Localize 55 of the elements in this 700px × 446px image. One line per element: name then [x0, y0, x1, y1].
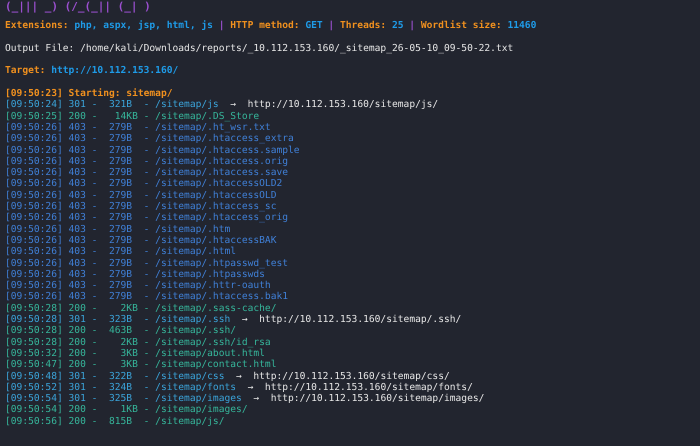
log-line: [09:50:26] 403 - 279B - /sitemap/.htaccess_sc [5, 201, 276, 212]
log-line: [09:50:26] 403 - 279B - /sitemap/.htaccess.bak1 [5, 291, 288, 303]
arrow-icon: → [236, 370, 242, 382]
redirect-url: http://10.112.153.160/sitemap/images/ [270, 393, 484, 404]
separator: | [218, 20, 224, 32]
redirect-url: http://10.112.153.160/sitemap/fonts/ [264, 382, 473, 394]
log-line: [09:50:26] 403 - 279B - /sitemap/.htpasswd_test [5, 258, 288, 269]
separator: | [409, 20, 416, 32]
arrow-icon: → [230, 99, 236, 111]
log-line: [09:50:26] 403 - 279B - /sitemap/.htaccess_extra [5, 133, 294, 145]
arrow-icon: → [242, 314, 248, 326]
log-line: [09:50:28] 301 - 323B - /sitemap/.ssh [5, 314, 230, 326]
log-line: [09:50:24] 301 - 321B - /sitemap/js [5, 99, 219, 111]
log-line: [09:50:54] 200 - 1KB - /sitemap/images/ [5, 404, 248, 416]
config-label: Threads: [340, 20, 386, 32]
log-line: [09:50:26] 403 - 279B - /sitemap/.htpasswds [5, 268, 265, 280]
config-label: Wordlist size: [420, 20, 502, 32]
log-line: [09:50:28] 200 - 2KB - /sitemap/.ssh/id_rsa [5, 336, 271, 348]
config-value: php, aspx, jsp, html, js [74, 20, 213, 32]
config-value: 25 [392, 20, 404, 32]
redirect-url: http://10.112.153.160/sitemap/css/ [253, 370, 450, 382]
log-line: [09:50:26] 403 - 279B - /sitemap/.htaccess_orig [5, 212, 288, 224]
arrow-icon: → [248, 382, 254, 394]
banner-text: (_||| _) (/_(_|| (_| ) [5, 0, 151, 13]
log-line: [09:50:54] 301 - 325B - /sitemap/images [5, 393, 242, 404]
log-line: [09:50:56] 200 - 815B - /sitemap/js/ [5, 416, 224, 427]
log-line: [09:50:32] 200 - 3KB - /sitemap/about.html [5, 348, 265, 360]
log-line: [09:50:52] 301 - 324B - /sitemap/fonts [5, 382, 236, 394]
log-line: [09:50:26] 403 - 279B - /sitemap/.httr-oauth [5, 280, 271, 292]
log-line: [09:50:26] 403 - 279B - /sitemap/.htaccessOLD [5, 190, 276, 202]
target-label: Target: [5, 65, 46, 77]
log-line: [09:50:26] 403 - 279B - /sitemap/.htm [5, 224, 230, 235]
log-line: [09:50:26] 403 - 279B - /sitemap/.htaccess.orig [5, 156, 288, 168]
separator: | [328, 20, 334, 32]
config-label: HTTP method: [230, 20, 300, 32]
config-value: 11460 [507, 20, 536, 32]
target-url: http://10.112.153.160/ [51, 65, 178, 77]
config-label: Extensions: [5, 20, 69, 32]
log-line: [09:50:25] 200 - 14KB - /sitemap/.DS_Store [5, 110, 260, 122]
log-line: [09:50:26] 403 - 279B - /sitemap/.ht_wsr.txt [5, 122, 271, 134]
config-value: GET [305, 20, 323, 32]
log-line: [09:50:26] 403 - 279B - /sitemap/.htaccess.save [5, 167, 288, 178]
log-line: [09:50:28] 200 - 463B - /sitemap/.ssh/ [5, 325, 236, 337]
log-line: [09:50:28] 200 - 2KB - /sitemap/.sass-cache/ [5, 302, 276, 314]
redirect-url: http://10.112.153.160/sitemap/.ssh/ [259, 314, 462, 326]
log-line: [09:50:26] 403 - 279B - /sitemap/.html [5, 246, 236, 258]
log-line: [09:50:47] 200 - 3KB - /sitemap/contact.html [5, 359, 276, 370]
output-file-line: Output File: /home/kali/Downloads/reports/_10.112.153.160/_sitemap_26-05-10_09-50-22.txt [5, 42, 514, 54]
log-line: [09:50:26] 403 - 279B - /sitemap/.htaccessBAK [5, 234, 276, 246]
log-line: [09:50:48] 301 - 322B - /sitemap/css [5, 370, 224, 382]
log-line: [09:50:26] 403 - 279B - /sitemap/.htaccessOLD2 [5, 178, 282, 190]
scan-start-line: [09:50:23] Starting: sitemap/ [5, 88, 173, 100]
arrow-icon: → [253, 393, 260, 404]
log-line: [09:50:26] 403 - 279B - /sitemap/.htaccess.sample [5, 144, 300, 156]
redirect-url: http://10.112.153.160/sitemap/js/ [248, 99, 438, 111]
